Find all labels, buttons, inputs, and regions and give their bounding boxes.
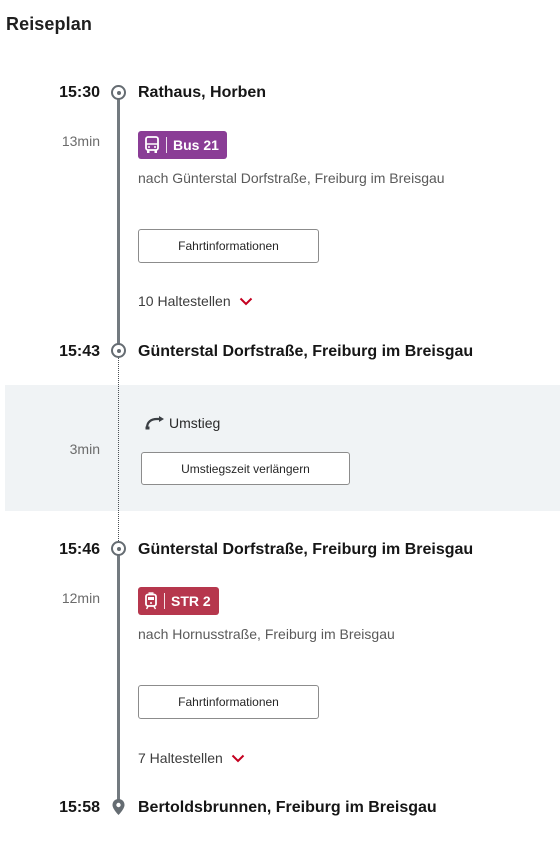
- leg-duration: 12min: [61, 590, 100, 606]
- transfer-duration: 3min: [69, 441, 100, 457]
- stops-count: 7 Haltestellen: [138, 750, 223, 766]
- leg-duration: 13min: [61, 133, 100, 149]
- timeline-segment-tram: [117, 554, 120, 802]
- departure-station: Günterstal Dorfstraße, Freiburg im Breis…: [138, 541, 474, 558]
- transfer-icon: [145, 416, 164, 430]
- timeline-segment-bus: [117, 97, 120, 349]
- departure-station: Rathaus, Horben: [138, 84, 267, 101]
- arrival-time: 15:58: [59, 799, 100, 816]
- line-badge-tram: STR 2: [138, 587, 219, 615]
- trip-info-button[interactable]: Fahrtinformationen: [138, 229, 319, 263]
- departure-time: 15:30: [59, 84, 100, 101]
- chevron-down-icon: [239, 297, 252, 305]
- arrival-station: Bertoldsbrunnen, Freiburg im Breisgau: [138, 799, 437, 816]
- direction-text: nach Hornusstraße, Freiburg im Breisgau: [138, 626, 395, 642]
- transfer-label: Umstieg: [169, 415, 221, 431]
- direction-text: nach Günterstal Dorfstraße, Freiburg im …: [138, 170, 445, 186]
- page-title: Reiseplan: [6, 14, 92, 34]
- stops-toggle[interactable]: 7 Haltestellen: [138, 750, 245, 766]
- arrival-station: Günterstal Dorfstraße, Freiburg im Breis…: [138, 343, 474, 360]
- extend-transfer-button[interactable]: Umstiegszeit verlängern: [141, 452, 350, 485]
- line-name: Bus 21: [173, 137, 219, 153]
- line-name: STR 2: [171, 593, 211, 609]
- tram-icon: [145, 592, 157, 610]
- timeline-node-transfer-departure: [111, 541, 126, 556]
- transfer-label-row: Umstieg: [145, 415, 220, 431]
- timeline-node-start: [111, 85, 126, 100]
- chevron-down-icon: [231, 754, 245, 762]
- arrival-time: 15:43: [59, 343, 100, 360]
- timeline-transfer-dotted: [118, 356, 119, 543]
- stops-count: 10 Haltestellen: [138, 293, 231, 309]
- bus-icon: [145, 136, 159, 153]
- timeline-node-transfer-arrival: [111, 343, 126, 358]
- line-badge-bus: Bus 21: [138, 131, 227, 159]
- departure-time: 15:46: [59, 541, 100, 558]
- trip-info-button[interactable]: Fahrtinformationen: [138, 685, 319, 719]
- destination-pin-icon: [112, 799, 125, 815]
- stops-toggle[interactable]: 10 Haltestellen: [138, 293, 253, 309]
